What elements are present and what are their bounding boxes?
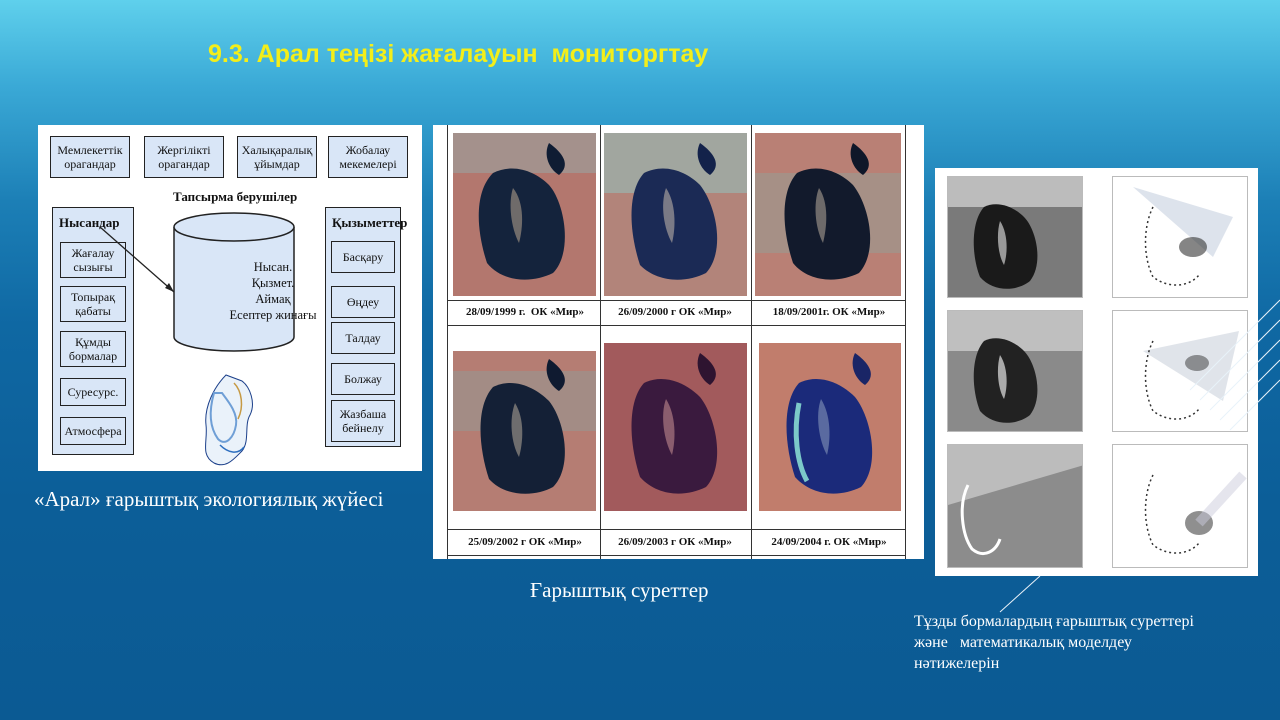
system-diagram: Мемлекеттік орагандар Жергілікті ораганд…: [38, 125, 422, 471]
database-line: Қызмет.: [251, 276, 295, 290]
caption-results-line: Тұзды бормалардың ғарыштық суреттері: [914, 613, 1194, 630]
satellite-image-1999: [453, 133, 596, 296]
satellite-image-2004: [759, 343, 901, 511]
satellite-image-2003: [604, 343, 747, 511]
aral-map-sketch: [205, 374, 253, 466]
database-line: Нысан.: [253, 260, 293, 274]
model-sat-image: [947, 176, 1083, 298]
satellite-caption: 18/09/2001г. ОК «Мир»: [772, 306, 886, 318]
caption-results-line: және математикалық моделдеу: [914, 634, 1132, 651]
database-label: Нысан. Қызмет. Аймақ Есептер жинағы: [210, 259, 336, 323]
model-sim-image: [1112, 444, 1248, 568]
model-sat-image: [947, 444, 1083, 568]
decorative-lines: [1189, 299, 1280, 431]
satellite-caption: 26/09/2003 г ОК «Мир»: [618, 536, 732, 548]
caption-results-line: нәтижелерін: [914, 655, 1000, 672]
caption-results: Тұзды бормалардың ғарыштық суреттері жән…: [914, 611, 1274, 674]
satellite-image-2001: [755, 133, 901, 296]
satellite-caption: 24/09/2004 г. ОК «Мир»: [771, 536, 887, 548]
satellite-image-2000: [604, 133, 747, 296]
satellite-images-grid: 28/09/1999 г. ОК «Мир» 26/09/2000 г ОК «…: [433, 125, 924, 559]
model-sat-image: [947, 310, 1083, 432]
caption-system: «Арал» ғарыштық экологиялық жүйесі: [34, 487, 384, 511]
satellite-caption: 25/09/2002 г ОК «Мир»: [468, 536, 582, 548]
database-line: Есептер жинағы: [229, 308, 317, 322]
satellite-caption: 26/09/2000 г ОК «Мир»: [618, 306, 732, 318]
satellite-image-2002: [453, 351, 596, 511]
database-line: Аймақ: [255, 292, 291, 306]
caption-images: Ғарыштық суреттер: [530, 578, 709, 602]
satellite-caption: 28/09/1999 г. ОК «Мир»: [466, 306, 584, 318]
slide-title: 9.3. Арал теңізі жағалауын мониторгтау: [208, 40, 709, 68]
